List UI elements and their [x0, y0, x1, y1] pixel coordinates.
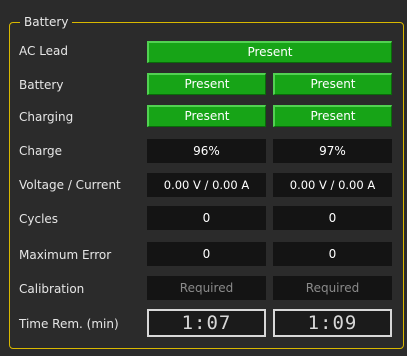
battery-status-2: Present [273, 73, 392, 95]
charge-value-1: 96% [147, 139, 266, 163]
ac-lead-status: Present [147, 41, 392, 63]
charging-label: Charging [19, 110, 74, 124]
voltage-current-value-2: 0.00 V / 0.00 A [273, 173, 392, 197]
battery-label: Battery [19, 78, 64, 92]
battery-panel: Battery AC Lead Present Battery Present … [0, 0, 407, 356]
calibration-label: Calibration [19, 282, 85, 296]
calibration-status-2: Required [273, 276, 392, 300]
battery-status-1: Present [147, 73, 266, 95]
maximum-error-value-2: 0 [273, 242, 392, 266]
calibration-status-1: Required [147, 276, 266, 300]
charging-status-2: Present [273, 105, 392, 127]
time-remaining-label: Time Rem. (min) [19, 317, 119, 331]
ac-lead-label: AC Lead [19, 44, 69, 58]
cycles-label: Cycles [19, 212, 59, 226]
voltage-current-label: Voltage / Current [19, 178, 121, 192]
cycles-value-2: 0 [273, 206, 392, 230]
voltage-current-value-1: 0.00 V / 0.00 A [147, 173, 266, 197]
maximum-error-value-1: 0 [147, 242, 266, 266]
maximum-error-label: Maximum Error [19, 248, 112, 262]
cycles-value-1: 0 [147, 206, 266, 230]
charging-status-1: Present [147, 105, 266, 127]
charge-label: Charge [19, 144, 63, 158]
time-remaining-display-2: 1:09 [273, 309, 392, 337]
charge-value-2: 97% [273, 139, 392, 163]
time-remaining-display-1: 1:07 [147, 309, 266, 337]
group-title: Battery [20, 14, 73, 30]
